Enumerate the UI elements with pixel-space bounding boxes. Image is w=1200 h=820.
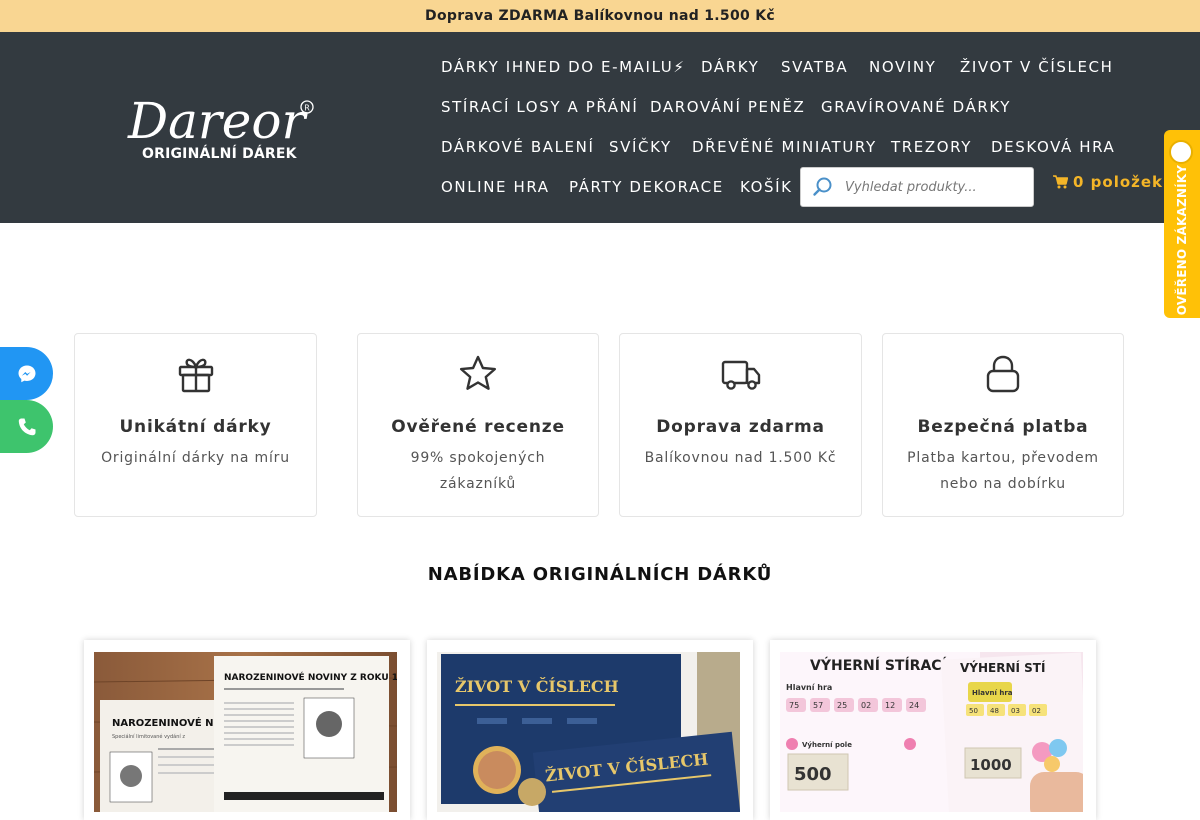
svg-text:Hlavní hra: Hlavní hra [786,683,832,692]
svg-text:03: 03 [1011,707,1020,715]
nav-board-game[interactable]: DESKOVÁ HRA [991,138,1115,156]
feature-unique-gifts: Unikátní dárky Originální dárky na míru [74,333,317,517]
svg-text:Výherní pole: Výherní pole [802,740,852,749]
product-card-scratch-cards[interactable]: VÝHERNÍ STÍRACÍ L Hlavní hra 75 57 25 02… [770,640,1096,820]
svg-text:25: 25 [837,701,847,710]
svg-text:VÝHERNÍ STÍRACÍ L: VÝHERNÍ STÍRACÍ L [810,656,961,674]
feature-text: Balíkovnou nad 1.500 Kč [644,450,837,466]
nav-cart[interactable]: KOŠÍK [740,178,793,196]
feature-title: Unikátní dárky [119,417,272,437]
svg-text:50: 50 [969,707,978,715]
nav-instant-email-gifts[interactable]: DÁRKY IHNED DO E-MAILU⚡ [441,58,686,76]
svg-text:75: 75 [789,701,799,710]
site-logo[interactable]: Dareor R ORIGINÁLNÍ DÁREK [126,90,316,166]
svg-text:57: 57 [813,701,823,710]
nav-gift-wrapping[interactable]: DÁRKOVÉ BALENÍ [441,138,594,156]
site-header: Dareor R ORIGINÁLNÍ DÁREK DÁRKY IHNED DO… [0,32,1200,223]
product-image: ŽIVOT V ČÍSLECH ŽIVOT V ČÍSLECH [437,652,740,812]
svg-text:02: 02 [861,701,871,710]
svg-text:NAROZENINOVÉ NOVINY Z ROKU 192: NAROZENINOVÉ NOVINY Z ROKU 1924 [224,671,397,683]
nav-newspaper[interactable]: NOVINY [869,58,936,76]
logo-text: Dareor [127,92,308,146]
svg-text:1000: 1000 [970,756,1012,774]
feature-title: Doprava zdarma [656,417,825,437]
svg-text:Speciální limitované vydání z: Speciální limitované vydání z [112,733,185,740]
feature-title: Bezpečná platba [917,417,1089,437]
svg-text:Hlavní hra: Hlavní hra [972,689,1013,697]
verified-by-customers-tab[interactable]: OVĚŘENO ZÁKAZNÍKY [1164,130,1200,318]
messenger-icon [18,365,35,382]
messenger-button[interactable] [0,347,53,400]
product-card-birthday-newspaper[interactable]: NAROZENINOVÉ NOVINY Z Speciální limitova… [84,640,410,820]
feature-title: Ověřené recenze [391,417,565,437]
product-search[interactable] [800,167,1034,207]
cart-summary[interactable]: 0 položek [1053,173,1163,191]
nav-gifts[interactable]: DÁRKY [701,58,759,76]
verified-badge-icon [1169,140,1193,164]
lock-icon [986,355,1020,393]
product-image: VÝHERNÍ STÍRACÍ L Hlavní hra 75 57 25 02… [780,652,1083,812]
feature-free-shipping: Doprava zdarma Balíkovnou nad 1.500 Kč [619,333,862,517]
section-title: NABÍDKA ORIGINÁLNÍCH DÁRKŮ [427,564,773,585]
feature-secure-payment: Bezpečná platba Platba kartou, převodem … [882,333,1124,517]
nav-money-gifts[interactable]: DAROVÁNÍ PENĚZ [650,98,805,116]
nav-engraved-gifts[interactable]: GRAVÍROVANÉ DÁRKY [821,98,1011,116]
feature-text: Platba kartou, převodem nebo na dobírku [907,450,1099,492]
svg-text:ŽIVOT V ČÍSLECH: ŽIVOT V ČÍSLECH [455,676,619,696]
truck-icon [721,360,760,390]
nav-safes[interactable]: TREZORY [891,138,972,156]
promo-bar: Doprava ZDARMA Balíkovnou nad 1.500 Kč [0,0,1200,32]
nav-wedding[interactable]: SVATBA [781,58,848,76]
phone-icon [18,418,35,435]
svg-text:500: 500 [794,764,832,785]
feature-text: 99% spokojených zákazníků [410,450,546,492]
svg-text:R: R [304,104,310,113]
star-icon [460,355,496,390]
svg-text:12: 12 [885,701,895,710]
svg-text:VÝHERNÍ STÍ: VÝHERNÍ STÍ [960,660,1046,675]
logo-wordmark: Dareor R [127,92,314,146]
verified-label: OVĚŘENO ZÁKAZNÍKY [1175,164,1189,316]
feature-text: Originální dárky na míru [101,450,290,466]
promo-text: Doprava ZDARMA Balíkovnou nad 1.500 Kč [425,8,775,24]
logo-subtitle: ORIGINÁLNÍ DÁREK [142,146,297,162]
search-icon[interactable] [801,167,845,207]
gift-icon [178,358,213,393]
nav-online-game[interactable]: ONLINE HRA [441,178,550,196]
product-image: NAROZENINOVÉ NOVINY Z Speciální limitova… [94,652,397,812]
phone-button[interactable] [0,400,53,453]
cart-count: 0 položek [1073,173,1164,191]
svg-text:02: 02 [1032,707,1041,715]
cart-icon [1053,175,1068,189]
svg-text:24: 24 [909,701,919,710]
product-card-life-in-numbers[interactable]: ŽIVOT V ČÍSLECH ŽIVOT V ČÍSLECH [427,640,753,820]
nav-scratch-cards[interactable]: STÍRACÍ LOSY A PŘÁNÍ [441,98,638,116]
nav-life-in-numbers[interactable]: ŽIVOT V ČÍSLECH [960,58,1113,76]
search-input[interactable] [845,179,1025,195]
svg-text:48: 48 [990,707,999,715]
nav-wooden-miniatures[interactable]: DŘEVĚNÉ MINIATURY [692,138,877,156]
nav-candles[interactable]: SVÍČKY [609,138,672,156]
nav-party-decor[interactable]: PÁRTY DEKORACE [569,178,724,196]
feature-verified-reviews: Ověřené recenze 99% spokojených zákazník… [357,333,599,517]
